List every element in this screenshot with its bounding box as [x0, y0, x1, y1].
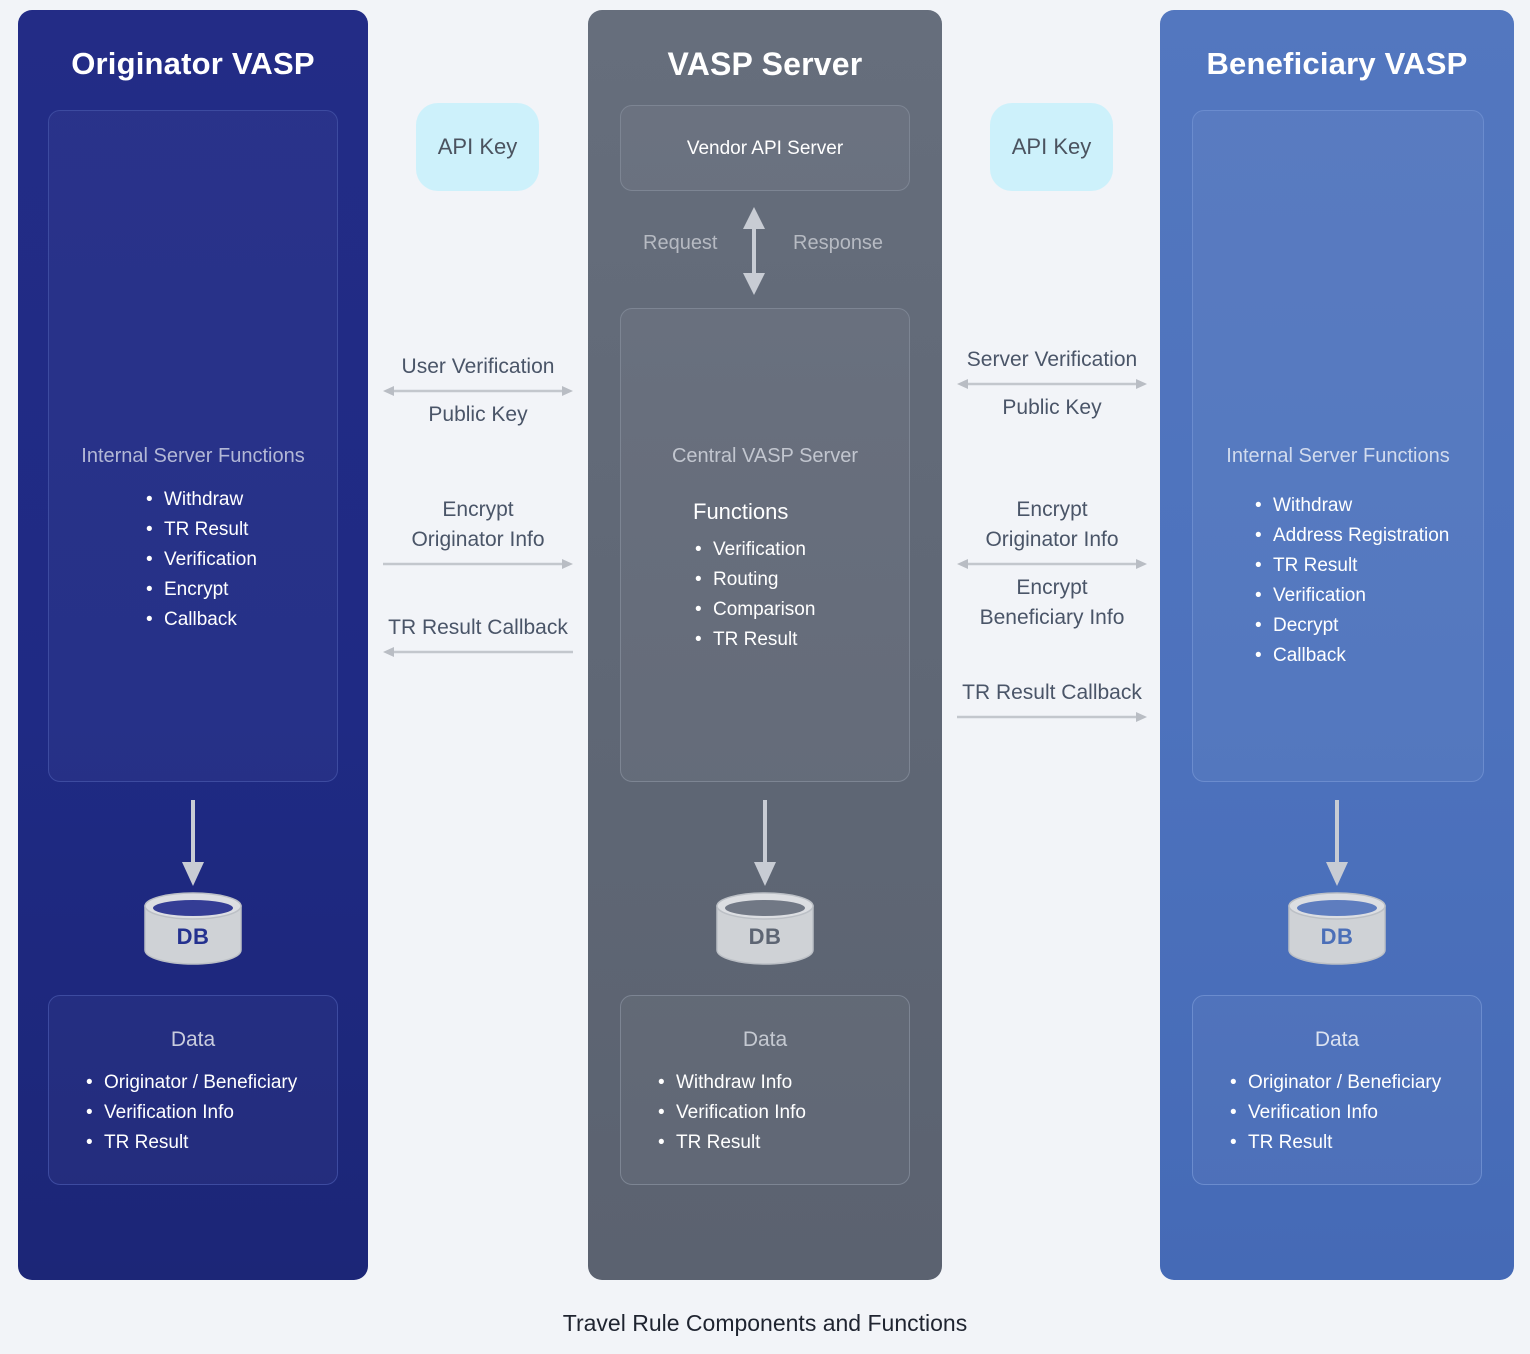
beneficiary-internal-server-panel: Internal Server Functions Withdraw Addre… [1192, 110, 1484, 782]
beneficiary-db-label: DB [1320, 924, 1354, 949]
originator-panel-heading: Internal Server Functions [81, 445, 305, 467]
double-arrow-icon [957, 559, 1147, 569]
list-item: Verification [1253, 581, 1449, 611]
connector-label-line3: Encrypt [1016, 576, 1088, 599]
list-item: TR Result [144, 515, 257, 545]
beneficiary-column-title: Beneficiary VASP [1206, 46, 1468, 81]
diagram-caption: Travel Rule Components and Functions [562, 1310, 968, 1336]
list-item: TR Result [84, 1128, 297, 1158]
column-vasp-server: VASP Server Vendor API Server Request Re… [588, 10, 942, 1280]
list-item: Address Registration [1253, 521, 1449, 551]
originator-data-title: Data [170, 1028, 216, 1051]
api-key-label: API Key [437, 134, 518, 159]
connector-encrypt-originator-info-left: Encrypt Originator Info [378, 495, 578, 573]
list-item: Originator / Beneficiary [1228, 1068, 1441, 1098]
connector-label-line2: Originator Info [985, 528, 1119, 551]
vasp-data-title: Data [742, 1028, 788, 1051]
list-item: Callback [144, 605, 257, 635]
list-item: TR Result [1253, 551, 1449, 581]
list-item: Verification [144, 545, 257, 575]
originator-db-label: DB [176, 924, 210, 949]
connector-label-bottom: Public Key [428, 403, 528, 426]
originator-column-title: Originator VASP [71, 46, 315, 81]
list-item: Originator / Beneficiary [84, 1068, 297, 1098]
connector-label: TR Result Callback [388, 616, 568, 639]
arrow-down-icon [754, 800, 776, 886]
beneficiary-data-list: Originator / Beneficiary Verification In… [1228, 1068, 1441, 1158]
central-panel-heading: Central VASP Server [671, 445, 858, 467]
vasp-column-title: VASP Server [667, 46, 863, 82]
arrow-down-icon [1326, 800, 1348, 886]
api-key-badge-right: API Key [990, 103, 1113, 191]
list-item: Comparison [693, 595, 815, 625]
vasp-data-list: Withdraw Info Verification Info TR Resul… [656, 1068, 806, 1158]
list-item: Verification Info [656, 1098, 806, 1128]
connector-encrypt-info-right: Encrypt Originator Info Encrypt Benefici… [952, 495, 1152, 633]
double-arrow-icon [957, 379, 1147, 389]
central-vasp-server-panel: Central VASP Server Functions Verificati… [620, 308, 910, 782]
connector-tr-result-callback-left: TR Result Callback [378, 613, 578, 661]
vendor-api-server-label: Vendor API Server [686, 138, 844, 159]
api-key-badge-left: API Key [416, 103, 539, 191]
connector-user-verification: User Verification Public Key [378, 352, 578, 430]
double-arrow-icon [383, 386, 573, 396]
connector-label-top: User Verification [401, 355, 555, 378]
connector-label-line2: Originator Info [411, 528, 545, 551]
connector-label: TR Result Callback [962, 681, 1142, 704]
connector-label-line1: Encrypt [1016, 498, 1088, 521]
vertical-double-arrow-icon [743, 207, 765, 295]
list-item: Verification Info [1228, 1098, 1441, 1128]
connector-tr-result-callback-right: TR Result Callback [952, 678, 1152, 726]
central-functions-list: Verification Routing Comparison TR Resul… [693, 535, 815, 655]
connector-label-line4: Beneficiary Info [979, 606, 1125, 629]
connector-label-top: Server Verification [966, 348, 1138, 371]
beneficiary-functions-list: Withdraw Address Registration TR Result … [1253, 491, 1449, 671]
list-item: TR Result [693, 625, 815, 655]
arrow-down-icon [182, 800, 204, 886]
diagram-canvas: Originator VASP Internal Server Function… [0, 0, 1530, 1354]
beneficiary-data-box: Data Originator / Beneficiary Verificati… [1192, 995, 1482, 1185]
column-originator-vasp: Originator VASP Internal Server Function… [18, 10, 368, 1280]
list-item: Decrypt [1253, 611, 1449, 641]
list-item: Encrypt [144, 575, 257, 605]
list-item: Verification [693, 535, 815, 565]
request-label: Request [643, 232, 718, 254]
vasp-data-box: Data Withdraw Info Verification Info TR … [620, 995, 910, 1185]
originator-data-list: Originator / Beneficiary Verification In… [84, 1068, 297, 1158]
response-label: Response [793, 232, 884, 254]
list-item: Withdraw [1253, 491, 1449, 521]
list-item: Withdraw [144, 485, 257, 515]
central-functions-heading: Functions [693, 499, 789, 524]
connector-label-bottom: Public Key [1002, 396, 1102, 419]
column-beneficiary-vasp: Beneficiary VASP Internal Server Functio… [1160, 10, 1514, 1280]
beneficiary-data-title: Data [1314, 1028, 1360, 1051]
list-item: Callback [1253, 641, 1449, 671]
vendor-api-server-box: Vendor API Server [620, 105, 910, 191]
arrow-right-icon [383, 559, 573, 569]
originator-internal-server-panel: Internal Server Functions Withdraw TR Re… [48, 110, 338, 782]
originator-data-box: Data Originator / Beneficiary Verificati… [48, 995, 338, 1185]
originator-functions-list: Withdraw TR Result Verification Encrypt … [144, 485, 257, 635]
connector-server-verification: Server Verification Public Key [952, 345, 1152, 423]
beneficiary-panel-heading: Internal Server Functions [1226, 445, 1450, 467]
list-item: Withdraw Info [656, 1068, 806, 1098]
list-item: Verification Info [84, 1098, 297, 1128]
arrow-right-icon [957, 712, 1147, 722]
list-item: TR Result [1228, 1128, 1441, 1158]
arrow-left-icon [383, 647, 573, 657]
connector-label-line1: Encrypt [442, 498, 514, 521]
list-item: TR Result [656, 1128, 806, 1158]
api-key-label: API Key [1011, 134, 1092, 159]
list-item: Routing [693, 565, 815, 595]
vasp-db-label: DB [748, 924, 782, 949]
